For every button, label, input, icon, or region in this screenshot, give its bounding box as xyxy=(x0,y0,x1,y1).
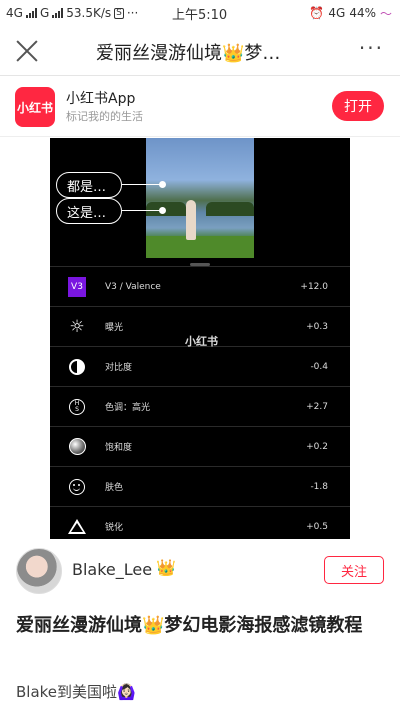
alarm-clock-icon: ⏰ xyxy=(309,6,325,20)
post-description: Blake到美国啦🙆🏻‍♀️ xyxy=(16,683,136,701)
adjustment-label: 色调：高光 xyxy=(105,403,151,413)
sim-icon: S xyxy=(114,7,124,19)
battery-level: 44% xyxy=(349,6,376,20)
adjustment-row-sharpen: 锐化 +0.5 xyxy=(50,506,350,539)
contrast-icon xyxy=(68,358,86,376)
hsl-icon: HS xyxy=(68,398,86,416)
adjustment-value: +0.3 xyxy=(306,321,328,332)
bubble-dot-2 xyxy=(159,207,166,214)
app-download-banner: 小红书 小红书App 标记我的的生活 打开 xyxy=(0,77,400,137)
adjustment-label: 对比度 xyxy=(105,363,133,373)
title-bar: 爱丽丝漫游仙境👑梦… ··· xyxy=(0,26,400,76)
page-title: 爱丽丝漫游仙境👑梦… xyxy=(96,43,281,64)
bubble-connector-1 xyxy=(122,184,160,185)
preview-photo xyxy=(146,138,254,258)
open-app-button[interactable]: 打开 xyxy=(332,91,384,121)
adjustment-value: +12.0 xyxy=(300,281,328,292)
adjustment-value: +0.5 xyxy=(306,521,328,532)
close-icon[interactable] xyxy=(14,38,40,64)
follow-button[interactable]: 关注 xyxy=(324,556,384,584)
v3-filter-icon: V3 xyxy=(68,276,86,297)
adjustment-row-v3: V3 V3 / Valence +12.0 xyxy=(50,266,350,306)
skin-tone-icon xyxy=(68,478,86,496)
more-options-icon[interactable]: ··· xyxy=(359,38,384,58)
author-row: Blake_Lee 👑 关注 xyxy=(0,546,400,596)
adjustment-label: V3 / Valence xyxy=(105,281,161,292)
adjustment-panel: V3 V3 / Valence +12.0 ☼ 曝光 +0.3 对比度 -0.4… xyxy=(50,266,350,539)
network-speed: 53.5K/s xyxy=(66,6,112,20)
author-name[interactable]: Blake_Lee xyxy=(72,560,152,579)
comment-bubble-1[interactable]: 都是… xyxy=(56,172,122,198)
signal-strength-icon-2 xyxy=(52,8,64,18)
adjustment-label: 曝光 xyxy=(105,323,124,333)
avatar[interactable] xyxy=(16,548,62,594)
adjustment-label: 肤色 xyxy=(105,483,124,493)
signal-wave-icon: 〜 xyxy=(379,6,392,21)
app-name: 小红书App xyxy=(66,91,136,107)
comment-bubble-2[interactable]: 这是… xyxy=(56,198,122,224)
app-logo: 小红书 xyxy=(15,87,55,127)
status-bar: 4G G 53.5K/s S ··· 上午5:10 ⏰ 4G 44% 〜 xyxy=(0,0,400,26)
adjustment-row-skin-tone: 肤色 -1.8 xyxy=(50,466,350,506)
post-image[interactable]: 都是… 这是… V3 V3 / Valence +12.0 ☼ 曝光 +0.3 … xyxy=(50,138,350,539)
adjustment-row-hsl: HS 色调：高光 +2.7 xyxy=(50,386,350,426)
network-type-1: 4G xyxy=(6,6,23,20)
adjustment-value: +0.2 xyxy=(306,441,328,452)
exposure-icon: ☼ xyxy=(69,316,85,337)
adjustment-value: +2.7 xyxy=(306,401,328,412)
signal-strength-icon xyxy=(25,8,37,18)
post-title: 爱丽丝漫游仙境👑梦幻电影海报感滤镜教程 xyxy=(16,615,363,636)
notification-dots: ··· xyxy=(126,6,139,20)
adjustment-label: 饱和度 xyxy=(105,443,133,453)
watermark: 小红书 xyxy=(185,335,218,348)
adjustment-row-saturation: 饱和度 +0.2 xyxy=(50,426,350,466)
sharpen-icon xyxy=(68,518,86,536)
saturation-icon xyxy=(68,438,86,456)
adjustment-label: 锐化 xyxy=(105,523,124,533)
network-type-3: 4G xyxy=(328,6,346,20)
clock: 上午5:10 xyxy=(172,7,228,23)
adjustment-value: -1.8 xyxy=(310,481,328,492)
network-type-2: G xyxy=(39,6,50,20)
bubble-dot-1 xyxy=(159,181,166,188)
adjustment-row-contrast: 对比度 -0.4 xyxy=(50,346,350,386)
adjustment-value: -0.4 xyxy=(310,361,328,372)
bubble-connector-2 xyxy=(122,210,160,211)
app-tagline: 标记我的的生活 xyxy=(66,110,143,123)
crown-icon: 👑 xyxy=(156,558,176,577)
